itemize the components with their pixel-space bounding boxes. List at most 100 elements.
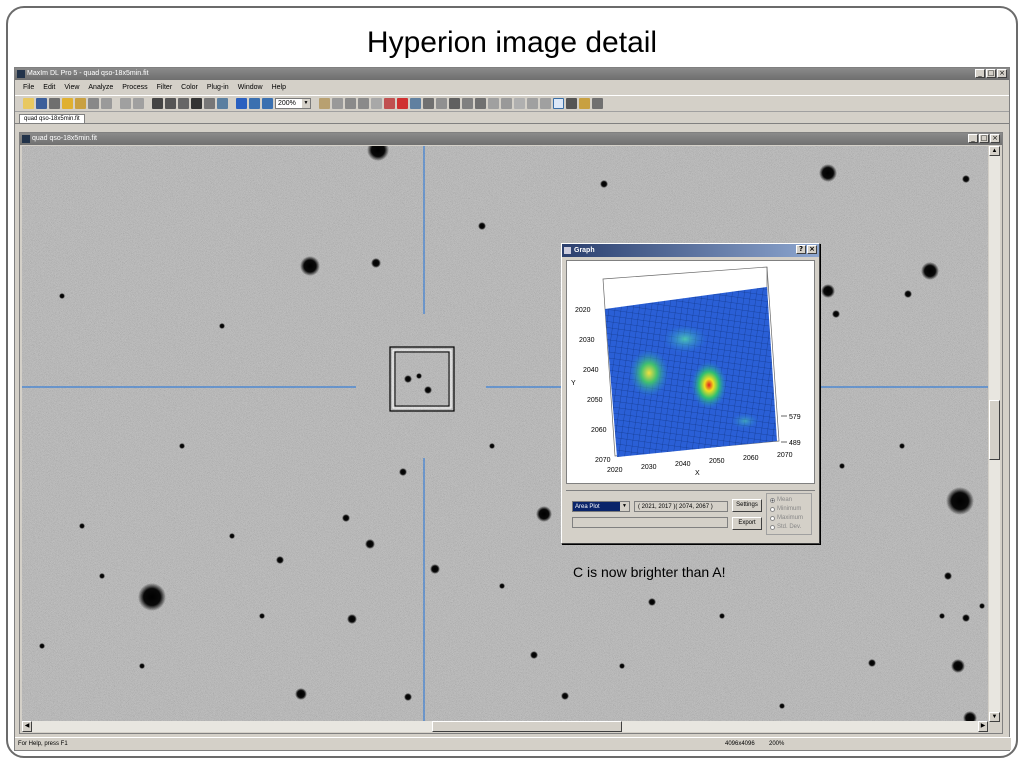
screen-stretch-icon[interactable]	[152, 98, 163, 109]
line-tool-icon[interactable]	[319, 98, 330, 109]
app-titlebar: MaxIm DL Pro 5 - quad qso-18x5min.fit _ …	[15, 68, 1009, 80]
y-tick-2050: 2050	[587, 397, 603, 404]
plot-type-select[interactable]: Area Plot ▼	[572, 501, 630, 512]
doc-tab-quad-qso[interactable]: quad qso-18x5min.fit	[19, 114, 85, 123]
mirror-icon[interactable]	[540, 98, 551, 109]
maxim-dl-window: MaxIm DL Pro 5 - quad qso-18x5min.fit _ …	[14, 67, 1011, 751]
chevron-down-icon[interactable]: ▼	[620, 502, 629, 511]
image-info-icon[interactable]	[178, 98, 189, 109]
graph-close-button[interactable]: ×	[807, 245, 817, 254]
camera-icon[interactable]	[75, 98, 86, 109]
graph-controls: Area Plot ▼ ( 2021, 2017 )( 2074, 2067 )…	[566, 490, 815, 538]
image-window: quad qso-18x5min.fit _ □ × ▲ ▼ ◀ ▶	[19, 132, 1003, 734]
filter-wheel-icon[interactable]	[501, 98, 512, 109]
scroll-down-icon[interactable]: ▼	[989, 712, 1000, 722]
vertical-scrollbar[interactable]: ▲ ▼	[989, 146, 1000, 722]
calibrate-icon[interactable]	[371, 98, 382, 109]
radio-std-dev-label: Std. Dev.	[777, 524, 802, 530]
redo-icon[interactable]	[133, 98, 144, 109]
paste-icon[interactable]	[101, 98, 112, 109]
overlay-icon[interactable]	[204, 98, 215, 109]
scroll-up-icon[interactable]: ▲	[989, 146, 1000, 156]
status-bar: For Help, press F1 4096x4096 200%	[15, 737, 1011, 750]
y-tick-2060: 2060	[591, 427, 607, 434]
minimize-button[interactable]: _	[975, 69, 985, 78]
menu-plugin[interactable]: Plug-in	[207, 84, 229, 91]
export-button[interactable]: Export	[732, 517, 762, 530]
flip-icon[interactable]	[527, 98, 538, 109]
app-title: MaxIm DL Pro 5 - quad qso-18x5min.fit	[27, 70, 149, 77]
radio-mean-label: Mean	[777, 497, 793, 503]
menu-window[interactable]: Window	[238, 84, 263, 91]
telescope-icon[interactable]	[462, 98, 473, 109]
document-tabs: quad qso-18x5min.fit	[15, 112, 1009, 124]
info-window-icon[interactable]	[423, 98, 434, 109]
radio-maximum[interactable]: Maximum	[770, 515, 803, 521]
image-canvas[interactable]	[22, 146, 988, 722]
image-minimize-button[interactable]: _	[968, 134, 978, 143]
new-file-icon[interactable]	[23, 98, 34, 109]
rotate-icon[interactable]	[514, 98, 525, 109]
script-icon[interactable]	[579, 98, 590, 109]
zoom-in-icon[interactable]	[249, 98, 260, 109]
photometry-icon[interactable]	[410, 98, 421, 109]
open-folder-icon[interactable]	[62, 98, 73, 109]
radio-mean[interactable]: Mean	[770, 497, 792, 503]
copy-icon[interactable]	[88, 98, 99, 109]
help-button[interactable]: ?	[796, 245, 806, 254]
x-tick-2020: 2020	[607, 467, 623, 474]
menu-color[interactable]: Color	[181, 84, 198, 91]
slide-title: Hyperion image detail	[366, 26, 658, 59]
crosshair-icon[interactable]	[384, 98, 395, 109]
horizontal-scrollbar[interactable]: ◀ ▶	[22, 721, 988, 732]
radio-std-dev[interactable]: Std. Dev.	[770, 524, 801, 530]
blink-icon[interactable]	[236, 98, 247, 109]
y-tick-2040: 2040	[583, 367, 599, 374]
vertical-scroll-thumb[interactable]	[989, 400, 1000, 460]
histogram-icon[interactable]	[165, 98, 176, 109]
save-icon[interactable]	[36, 98, 47, 109]
radio-maximum-label: Maximum	[777, 515, 804, 521]
stack-icon[interactable]	[345, 98, 356, 109]
zoom-out-icon[interactable]	[262, 98, 273, 109]
settings-icon[interactable]	[592, 98, 603, 109]
scroll-right-icon[interactable]: ▶	[978, 721, 988, 732]
graph-window-icon[interactable]	[436, 98, 447, 109]
image-close-button[interactable]: ×	[990, 134, 1000, 143]
menu-file[interactable]: File	[23, 84, 34, 91]
grid-icon[interactable]	[191, 98, 202, 109]
menu-help[interactable]: Help	[272, 84, 286, 91]
area-plot: 2020 2030 2040 2050 2060 2070 Y 2020 203…	[566, 260, 815, 484]
settings-button[interactable]: Settings	[732, 499, 762, 512]
menu-analyze[interactable]: Analyze	[88, 84, 113, 91]
align-icon[interactable]	[358, 98, 369, 109]
menu-filter[interactable]: Filter	[157, 84, 173, 91]
rectangle-tool-icon[interactable]	[332, 98, 343, 109]
x-tick-2030: 2030	[641, 464, 657, 471]
image-maximize-button[interactable]: □	[979, 134, 989, 143]
menu-view[interactable]: View	[64, 84, 79, 91]
plus-icon[interactable]	[397, 98, 408, 109]
web-icon[interactable]	[566, 98, 577, 109]
z-tick-489: 489	[789, 440, 801, 447]
star-field-image	[22, 146, 988, 722]
menu-edit[interactable]: Edit	[43, 84, 55, 91]
fit-window-icon[interactable]	[217, 98, 228, 109]
radio-minimum[interactable]: Minimum	[770, 506, 801, 512]
zoom-select[interactable]: 200%	[275, 98, 311, 109]
undo-icon[interactable]	[120, 98, 131, 109]
scroll-left-icon[interactable]: ◀	[22, 721, 32, 732]
observatory-icon[interactable]	[488, 98, 499, 109]
print-icon[interactable]	[49, 98, 60, 109]
y-tick-2030: 2030	[579, 337, 595, 344]
horizontal-scroll-thumb[interactable]	[432, 721, 622, 732]
x-tick-2060: 2060	[743, 455, 759, 462]
focus-icon[interactable]	[475, 98, 486, 109]
menu-process[interactable]: Process	[122, 84, 147, 91]
x-axis-label: X	[695, 470, 700, 477]
graph-tool-icon[interactable]	[553, 98, 564, 109]
camera-control-icon[interactable]	[449, 98, 460, 109]
x-tick-2070: 2070	[777, 452, 793, 459]
maximize-button[interactable]: □	[986, 69, 996, 78]
close-button[interactable]: ×	[997, 69, 1007, 78]
